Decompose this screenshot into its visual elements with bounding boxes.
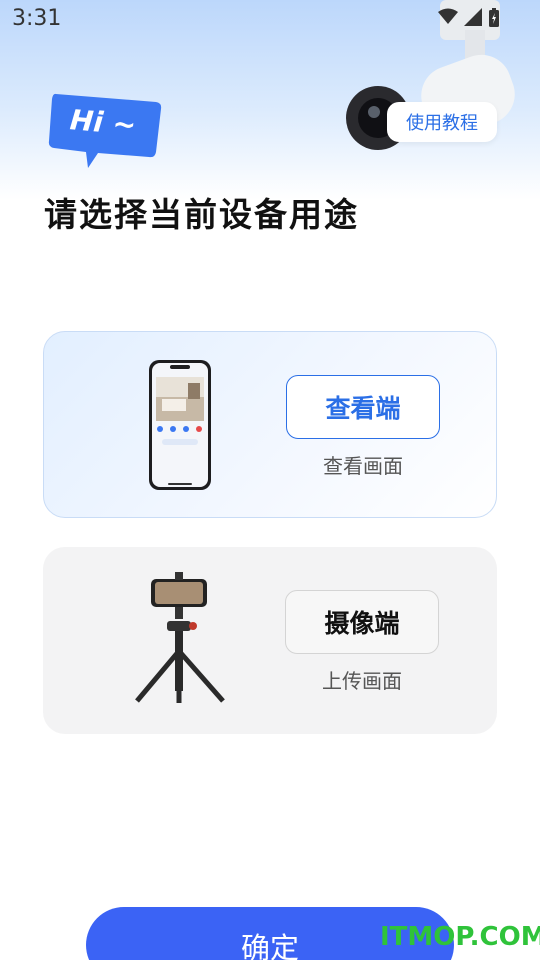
wifi-icon <box>438 8 458 24</box>
option-card-camera[interactable]: 摄像端 上传画面 <box>43 547 497 734</box>
signal-icon <box>464 8 482 26</box>
battery-icon <box>489 8 499 27</box>
tripod-illustration <box>135 572 225 703</box>
phone-illustration <box>149 360 211 490</box>
tutorial-button[interactable]: 使用教程 <box>387 102 497 142</box>
page-title: 请选择当前设备用途 <box>44 195 359 234</box>
greeting-bubble: Hi ~ <box>48 90 164 174</box>
status-time: 3:31 <box>12 6 62 31</box>
viewer-role-description: 查看画面 <box>323 454 403 478</box>
camera-role-button[interactable]: 摄像端 <box>285 590 439 654</box>
watermark: ITMOP.COM <box>380 922 540 952</box>
viewer-role-button[interactable]: 查看端 <box>286 375 440 439</box>
status-icons <box>438 8 500 28</box>
greeting-text: Hi ~ <box>68 103 138 142</box>
camera-role-description: 上传画面 <box>322 669 402 693</box>
option-card-viewer[interactable]: 查看端 查看画面 <box>43 331 497 518</box>
